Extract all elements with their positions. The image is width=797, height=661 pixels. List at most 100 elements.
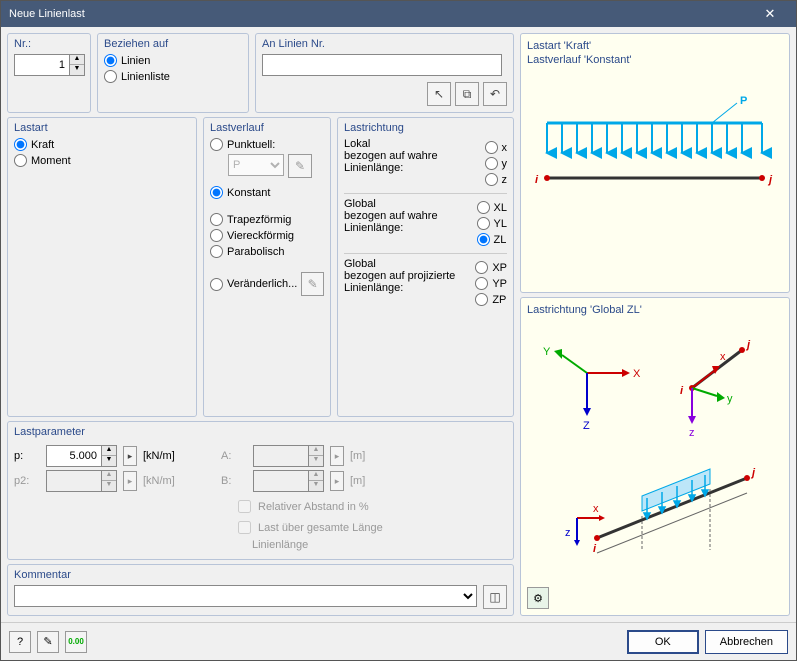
left-column: Nr.: ▲▼ Beziehen auf Linien Linienliste …: [7, 33, 514, 616]
b-spinner: ▲▼: [253, 470, 324, 492]
svg-text:i: i: [535, 174, 539, 186]
close-icon[interactable]: ✕: [752, 6, 788, 22]
b-extra-icon: ▸: [330, 471, 344, 491]
nr-input[interactable]: [14, 54, 70, 76]
check-gesamt: [238, 521, 251, 534]
svg-text:Y: Y: [543, 346, 551, 358]
radio-xp[interactable]: [475, 261, 488, 274]
group-lastart-title: Lastart: [14, 122, 190, 134]
radio-yl[interactable]: [477, 217, 490, 230]
svg-text:x: x: [720, 351, 726, 363]
cancel-button[interactable]: Abbrechen: [705, 630, 788, 654]
radio-parabolisch[interactable]: [210, 245, 223, 258]
preview-top-line1: Lastart 'Kraft': [527, 40, 783, 52]
group-nr: Nr.: ▲▼: [7, 33, 91, 113]
svg-text:z: z: [689, 427, 695, 439]
p-extra-icon[interactable]: ▸: [123, 446, 137, 466]
p2-label: p2:: [14, 475, 40, 487]
p2-input: [46, 470, 102, 492]
radio-veraenderlich-label: Veränderlich...: [227, 278, 297, 290]
a-unit: [m]: [350, 450, 398, 462]
units-icon[interactable]: 0.00: [65, 631, 87, 653]
edit-icon[interactable]: ✎: [37, 631, 59, 653]
radio-zp[interactable]: [475, 293, 488, 306]
preview-top-svg: P i j: [527, 68, 782, 268]
radio-linienliste-label: Linienliste: [121, 71, 170, 83]
kommentar-input[interactable]: [14, 585, 477, 607]
punktuell-select: P: [228, 154, 284, 176]
radio-viereck-label: Viereckförmig: [227, 230, 294, 242]
svg-text:i: i: [680, 385, 684, 397]
nr-spin-buttons[interactable]: ▲▼: [70, 54, 85, 76]
radio-konstant[interactable]: [210, 186, 223, 199]
punktuell-edit-icon: ✎: [288, 154, 312, 178]
b-unit: [m]: [350, 475, 398, 487]
radio-y[interactable]: [485, 157, 498, 170]
preview-bottom-title: Lastrichtung 'Global ZL': [527, 304, 783, 316]
radio-trapez[interactable]: [210, 213, 223, 226]
radio-viereck[interactable]: [210, 229, 223, 242]
radio-xl[interactable]: [477, 201, 490, 214]
radio-kraft-label: Kraft: [31, 139, 54, 151]
p-input[interactable]: [46, 445, 102, 467]
radio-veraenderlich[interactable]: [210, 278, 223, 291]
p2-spinner: ▲▼: [46, 470, 117, 492]
radio-moment[interactable]: [14, 154, 27, 167]
p-unit: [kN/m]: [143, 450, 191, 462]
group-lastparameter: Lastparameter p: ▲▼ ▸ [kN/m]: [7, 421, 514, 560]
a-label: A:: [221, 450, 247, 462]
help-icon[interactable]: ?: [9, 631, 31, 653]
preview-top: Lastart 'Kraft' Lastverlauf 'Konstant': [520, 33, 790, 293]
right-column: Lastart 'Kraft' Lastverlauf 'Konstant': [520, 33, 790, 616]
anlinien-input[interactable]: [262, 54, 502, 76]
check-gesamt-label: Last über gesamte Länge: [258, 522, 383, 534]
undo-icon[interactable]: ↶: [483, 82, 507, 106]
pick-multi-icon[interactable]: ⧉: [455, 82, 479, 106]
svg-text:Z: Z: [583, 420, 590, 432]
svg-text:X: X: [633, 368, 641, 380]
group-beziehen: Beziehen auf Linien Linienliste: [97, 33, 249, 113]
radio-parabolisch-label: Parabolisch: [227, 246, 284, 258]
kommentar-library-icon[interactable]: ◫: [483, 585, 507, 609]
svg-text:i: i: [593, 543, 597, 555]
radio-linien-label: Linien: [121, 55, 150, 67]
radio-z[interactable]: [485, 173, 498, 186]
nr-spinner[interactable]: ▲▼: [14, 54, 85, 76]
svg-text:P: P: [740, 95, 747, 107]
group-lastverlauf-title: Lastverlauf: [210, 122, 324, 134]
radio-punktuell[interactable]: [210, 138, 223, 151]
check-gesamt-label2: Linienlänge: [252, 539, 308, 551]
radio-yp[interactable]: [475, 277, 488, 290]
a-input: [253, 445, 309, 467]
global1-heading: Global: [344, 198, 469, 210]
p2-unit: [kN/m]: [143, 475, 191, 487]
a-spinner: ▲▼: [253, 445, 324, 467]
p2-extra-icon: ▸: [123, 471, 137, 491]
radio-linien[interactable]: [104, 54, 117, 67]
footer: ? ✎ 0.00 OK Abbrechen: [1, 622, 796, 660]
radio-x[interactable]: [485, 141, 498, 154]
lokal-sub: bezogen auf wahre Linienlänge:: [344, 150, 477, 174]
group-lastart: Lastart Kraft Moment: [7, 117, 197, 417]
group-anlinien-title: An Linien Nr.: [262, 38, 507, 50]
group-kommentar-title: Kommentar: [14, 569, 507, 581]
pick-icon[interactable]: ↖: [427, 82, 451, 106]
lokal-heading: Lokal: [344, 138, 477, 150]
preview-settings-icon[interactable]: ⚙: [527, 587, 549, 609]
svg-text:j: j: [750, 467, 756, 479]
global2-sub: bezogen auf projizierte Linienlänge:: [344, 270, 467, 294]
radio-trapez-label: Trapezförmig: [227, 214, 291, 226]
preview-top-line2: Lastverlauf 'Konstant': [527, 54, 783, 66]
check-relativ-label: Relativer Abstand in %: [258, 501, 369, 513]
group-lastrichtung-title: Lastrichtung: [344, 122, 507, 134]
preview-bottom-svg: X Y Z i j x y: [527, 318, 782, 576]
group-anlinien: An Linien Nr. ↖ ⧉ ↶: [255, 33, 514, 113]
dialog-window: Neue Linienlast ✕ Nr.: ▲▼ Beziehen auf L…: [0, 0, 797, 661]
radio-linienliste[interactable]: [104, 70, 117, 83]
radio-kraft[interactable]: [14, 138, 27, 151]
group-lastrichtung: Lastrichtung Lokal bezogen auf wahre Lin…: [337, 117, 514, 417]
p-label: p:: [14, 450, 40, 462]
radio-zl[interactable]: [477, 233, 490, 246]
ok-button[interactable]: OK: [627, 630, 699, 654]
p-spinner[interactable]: ▲▼: [46, 445, 117, 467]
